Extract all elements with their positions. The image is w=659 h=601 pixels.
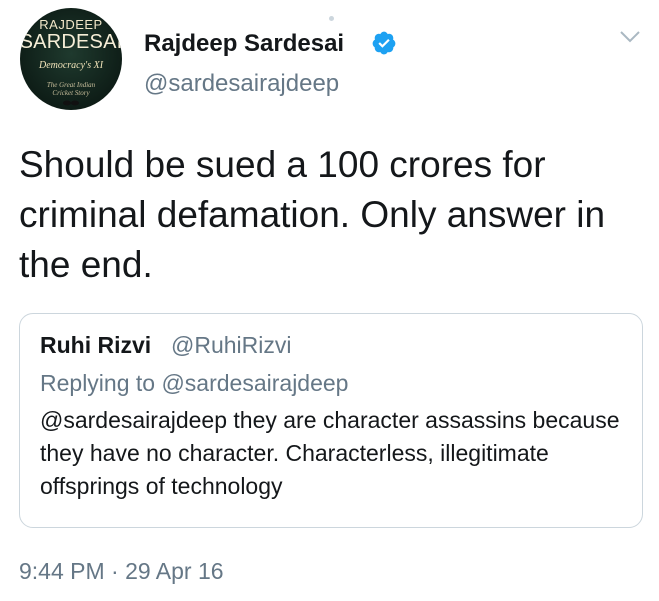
avatar-text-line4b: Cricket Story: [52, 89, 90, 97]
avatar-text-line2: SARDESAI: [20, 31, 122, 53]
avatar[interactable]: RAJDEEP SARDESAI Democracy's XI The Grea…: [20, 8, 122, 110]
top-dot-indicator: [329, 16, 334, 21]
author-handle[interactable]: @sardesairajdeep: [144, 70, 339, 98]
avatar-text-line3: Democracy's XI: [38, 60, 104, 71]
verified-badge-icon: [372, 31, 396, 55]
quoted-tweet-text: @sardesairajdeep they are character assa…: [40, 407, 620, 499]
quoted-author-name: Ruhi Rizvi: [40, 332, 152, 358]
cricket-bat-icon: [63, 100, 79, 106]
tweet-timestamp[interactable]: 9:44 PM · 29 Apr 16: [19, 558, 224, 585]
avatar-text-line4: The Great Indian Cricket Story: [47, 81, 95, 97]
quoted-tweet-card[interactable]: Ruhi Rizvi @RuhiRizvi Replying to @sarde…: [19, 313, 643, 528]
avatar-text-line4a: The Great Indian: [46, 81, 96, 89]
tweet-text: Should be sued a 100 crores for criminal…: [19, 144, 606, 285]
quoted-author-handle: @RuhiRizvi: [171, 332, 292, 358]
quoted-replying-to: Replying to @sardesairajdeep: [40, 370, 349, 396]
avatar-text-line1: RAJDEEP: [39, 17, 103, 32]
chevron-down-icon[interactable]: [619, 29, 641, 45]
author-name[interactable]: Rajdeep Sardesai: [144, 30, 344, 58]
